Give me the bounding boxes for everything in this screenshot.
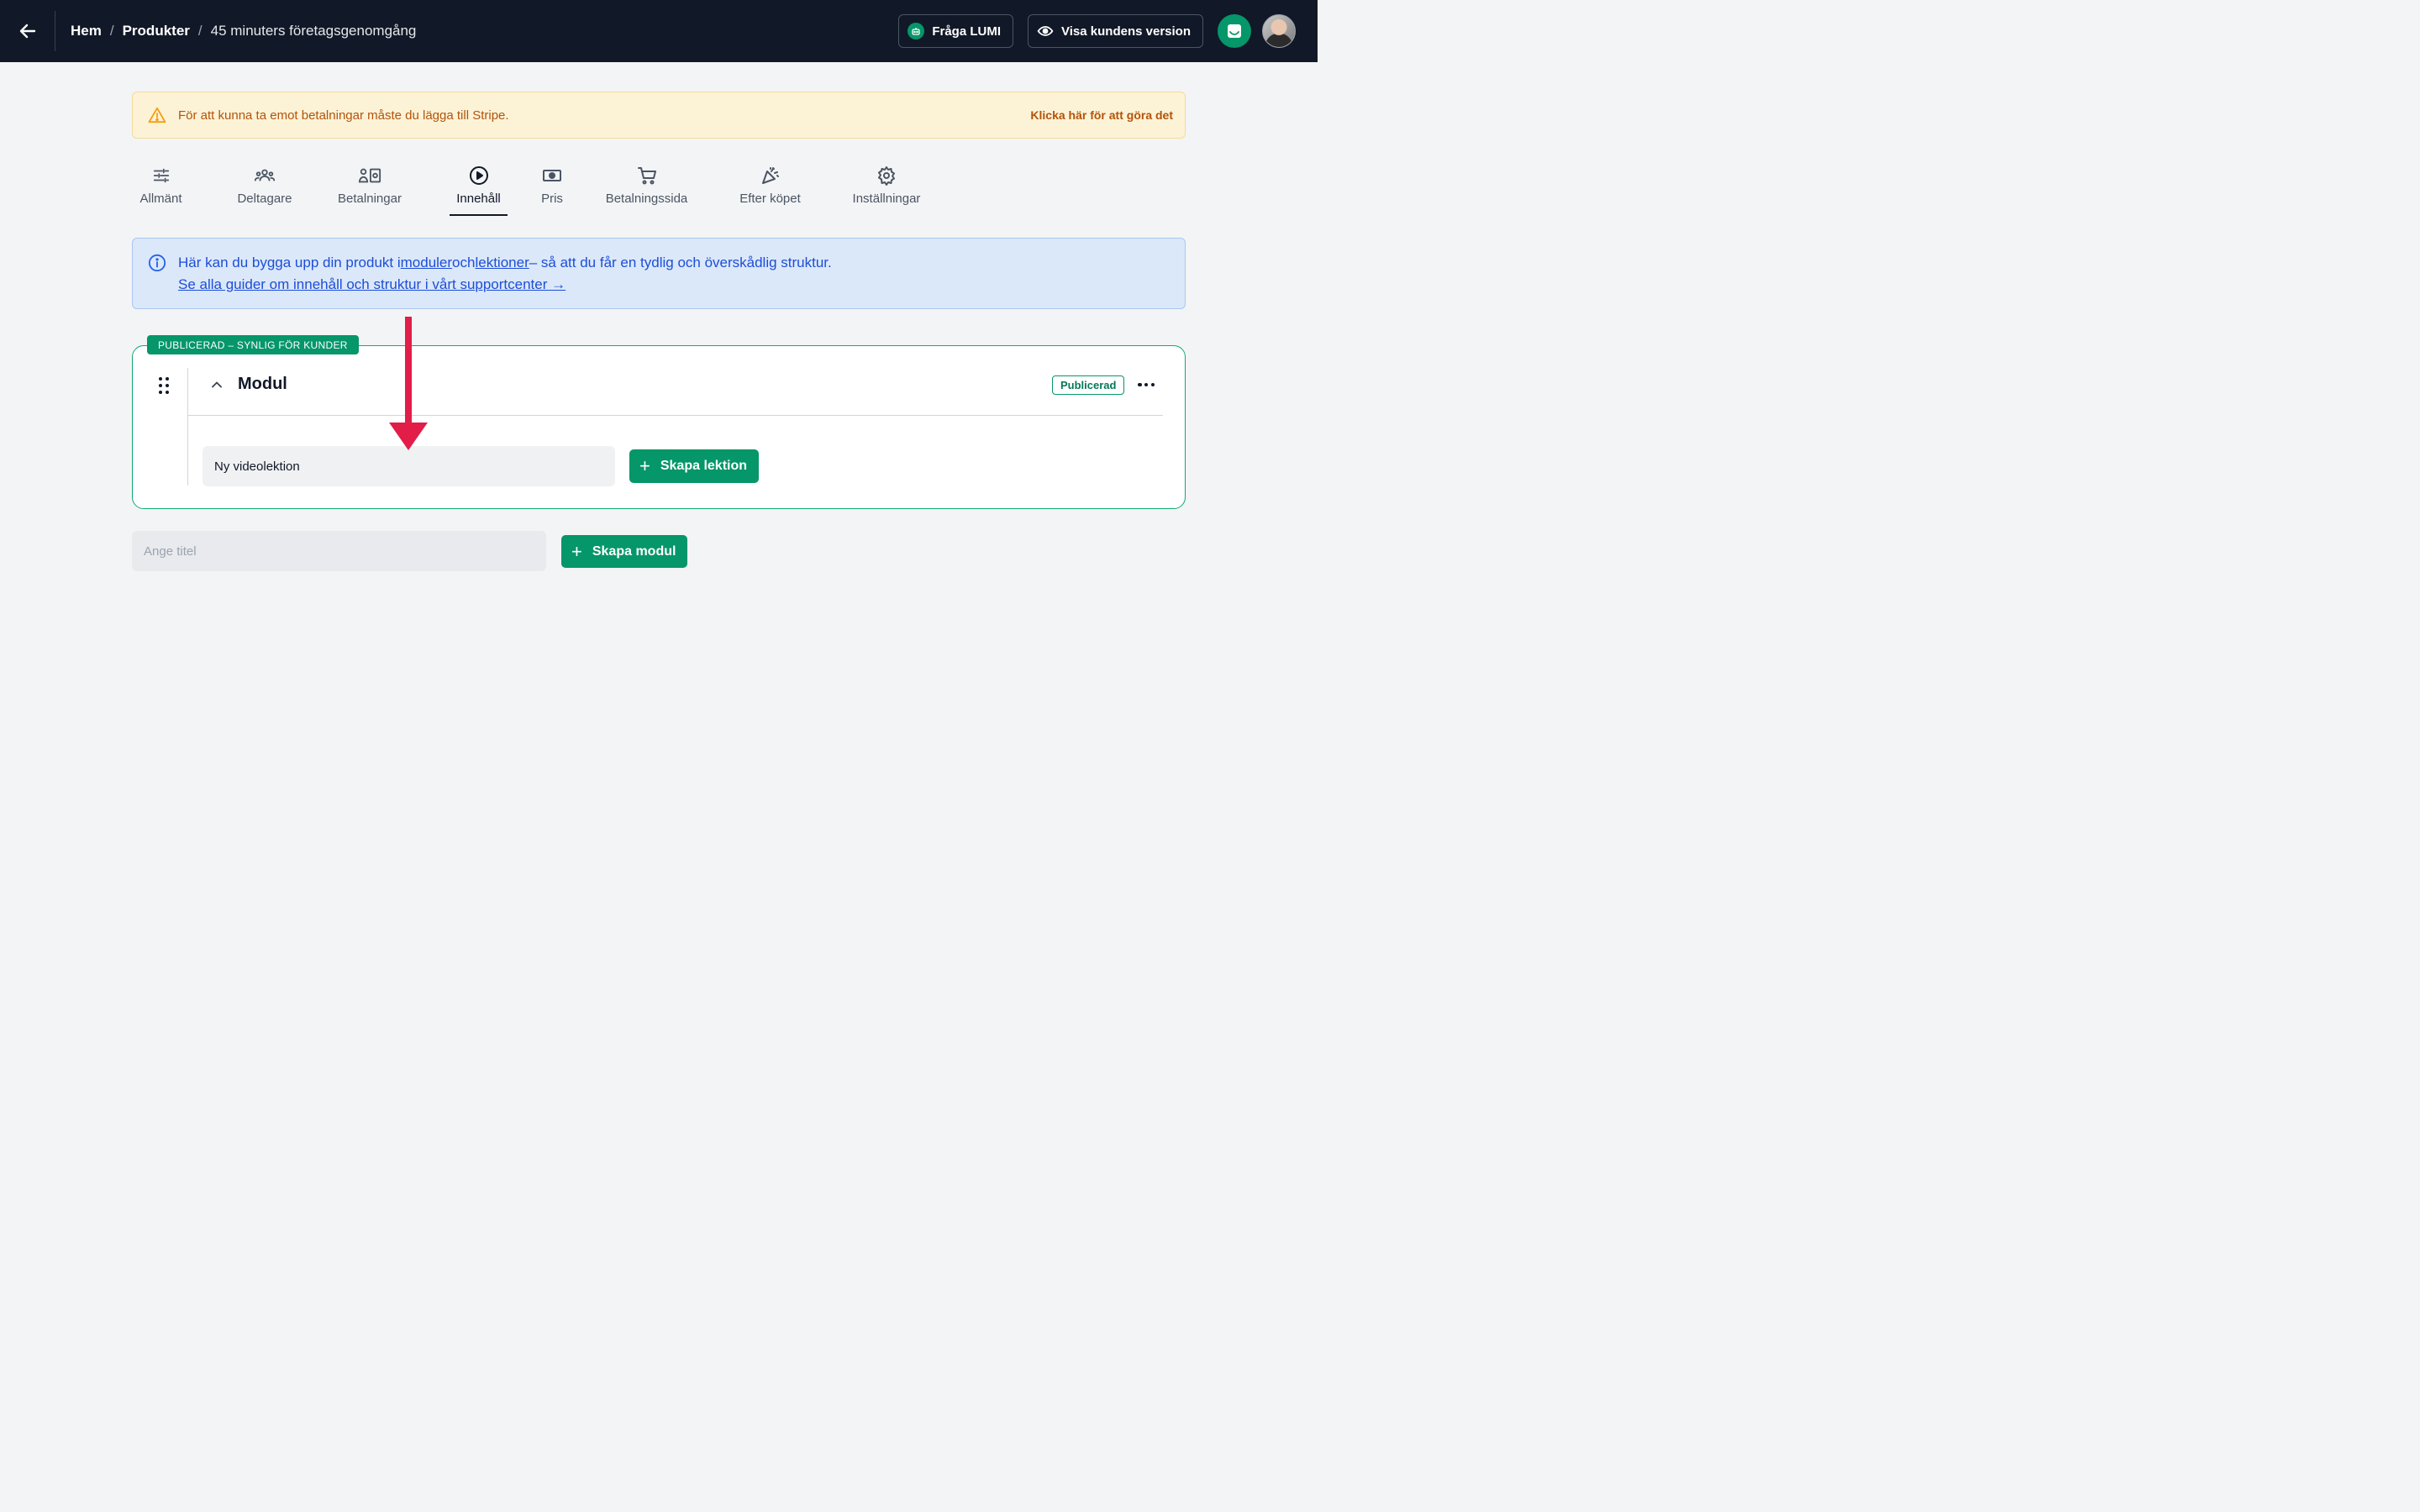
inbox-icon	[1228, 24, 1241, 38]
module-divider-horizontal	[188, 415, 1163, 416]
tab-checkout-page[interactable]: Betalningssida	[603, 165, 690, 217]
info-text: Här kan du bygga upp din produkt imodule…	[178, 252, 832, 295]
tab-general[interactable]: Allmänt	[132, 165, 190, 217]
plus-icon: +	[571, 540, 582, 562]
top-bar: Hem / Produkter / 45 minuters företagsge…	[0, 0, 1318, 62]
party-icon	[760, 165, 781, 186]
tab-label: Deltagare	[237, 192, 292, 206]
module-title[interactable]: Modul	[238, 375, 287, 394]
tab-label: Allmänt	[139, 192, 182, 206]
user-avatar[interactable]	[1262, 14, 1296, 48]
create-lesson-label: Skapa lektion	[660, 459, 748, 473]
create-module-label: Skapa modul	[592, 543, 676, 559]
eye-icon	[1037, 26, 1054, 36]
lesson-title-input[interactable]	[203, 446, 615, 486]
status-badge: Publicerad	[1052, 375, 1125, 395]
drag-handle-icon[interactable]	[157, 377, 171, 396]
modules-link[interactable]: moduler	[401, 255, 452, 270]
module-title-input[interactable]	[132, 531, 546, 571]
arrow-left-icon	[19, 24, 35, 39]
breadcrumb-products[interactable]: Produkter	[123, 23, 190, 39]
tab-settings[interactable]: Inställningar	[850, 165, 923, 217]
play-circle-icon	[469, 165, 489, 186]
breadcrumb-current: 45 minuters företagsgenomgång	[210, 23, 417, 39]
content-info-banner: Här kan du bygga upp din produkt imodule…	[132, 238, 1186, 309]
plus-icon: +	[639, 455, 650, 476]
stripe-warning-banner: För att kunna ta emot betalningar måste …	[132, 92, 1186, 139]
create-module-button[interactable]: + Skapa modul	[561, 535, 688, 568]
top-actions: Fråga LUMI Visa kundens version	[898, 14, 1296, 48]
add-stripe-link[interactable]: Klicka här för att göra det	[1030, 108, 1173, 122]
warning-icon	[148, 107, 166, 123]
inbox-button[interactable]	[1218, 14, 1251, 48]
view-customer-version-button[interactable]: Visa kundens version	[1028, 14, 1203, 48]
tab-price[interactable]: Pris	[539, 165, 565, 217]
users-icon	[254, 165, 276, 186]
tab-after-purchase[interactable]: Efter köpet	[738, 165, 802, 217]
cart-icon	[637, 165, 657, 186]
info-line1-prefix: Här kan du bygga upp din produkt i	[178, 255, 401, 270]
ask-lumi-button[interactable]: Fråga LUMI	[898, 14, 1014, 48]
back-button[interactable]	[0, 11, 55, 51]
gear-icon	[876, 165, 897, 186]
create-lesson-button[interactable]: + Skapa lektion	[629, 449, 760, 483]
warning-text: För att kunna ta emot betalningar måste …	[178, 108, 509, 123]
chevron-up-icon[interactable]	[210, 378, 224, 391]
product-tabs: Allmänt Deltagare Betalningar Innehåll P…	[132, 165, 923, 217]
tab-content[interactable]: Innehåll	[450, 165, 508, 217]
info-line1-suffix: – så att du får en tydlig och överskådli…	[529, 255, 832, 270]
tab-payments[interactable]: Betalningar	[332, 165, 408, 217]
sliders-icon	[152, 165, 171, 186]
published-visibility-label: PUBLICERAD – SYNLIG FÖR KUNDER	[147, 335, 359, 354]
tab-participants[interactable]: Deltagare	[232, 165, 297, 217]
cash-icon	[542, 165, 562, 186]
breadcrumb-separator: /	[109, 23, 114, 39]
tab-label: Betalningssida	[605, 192, 688, 206]
annotation-arrow-icon	[389, 317, 428, 450]
payments-icon	[358, 165, 381, 186]
view-customer-version-label: Visa kundens version	[1061, 24, 1191, 39]
tab-label: Efter köpet	[739, 192, 801, 206]
ask-lumi-label: Fråga LUMI	[932, 24, 1002, 39]
tab-label: Betalningar	[338, 192, 402, 206]
tab-label: Pris	[541, 192, 563, 206]
breadcrumb: Hem / Produkter / 45 minuters företagsge…	[71, 23, 416, 39]
robot-icon	[908, 23, 925, 39]
breadcrumb-home[interactable]: Hem	[71, 23, 102, 39]
lessons-link[interactable]: lektioner	[475, 255, 529, 270]
info-icon	[148, 254, 166, 272]
breadcrumb-separator: /	[197, 23, 203, 39]
info-and: och	[452, 255, 476, 270]
more-options-icon[interactable]	[1138, 378, 1155, 391]
tab-label: Innehåll	[456, 192, 501, 206]
tab-label: Inställningar	[852, 192, 921, 206]
module-divider-vertical	[187, 368, 188, 486]
support-guides-link[interactable]: Se alla guider om innehåll och struktur …	[178, 276, 566, 292]
